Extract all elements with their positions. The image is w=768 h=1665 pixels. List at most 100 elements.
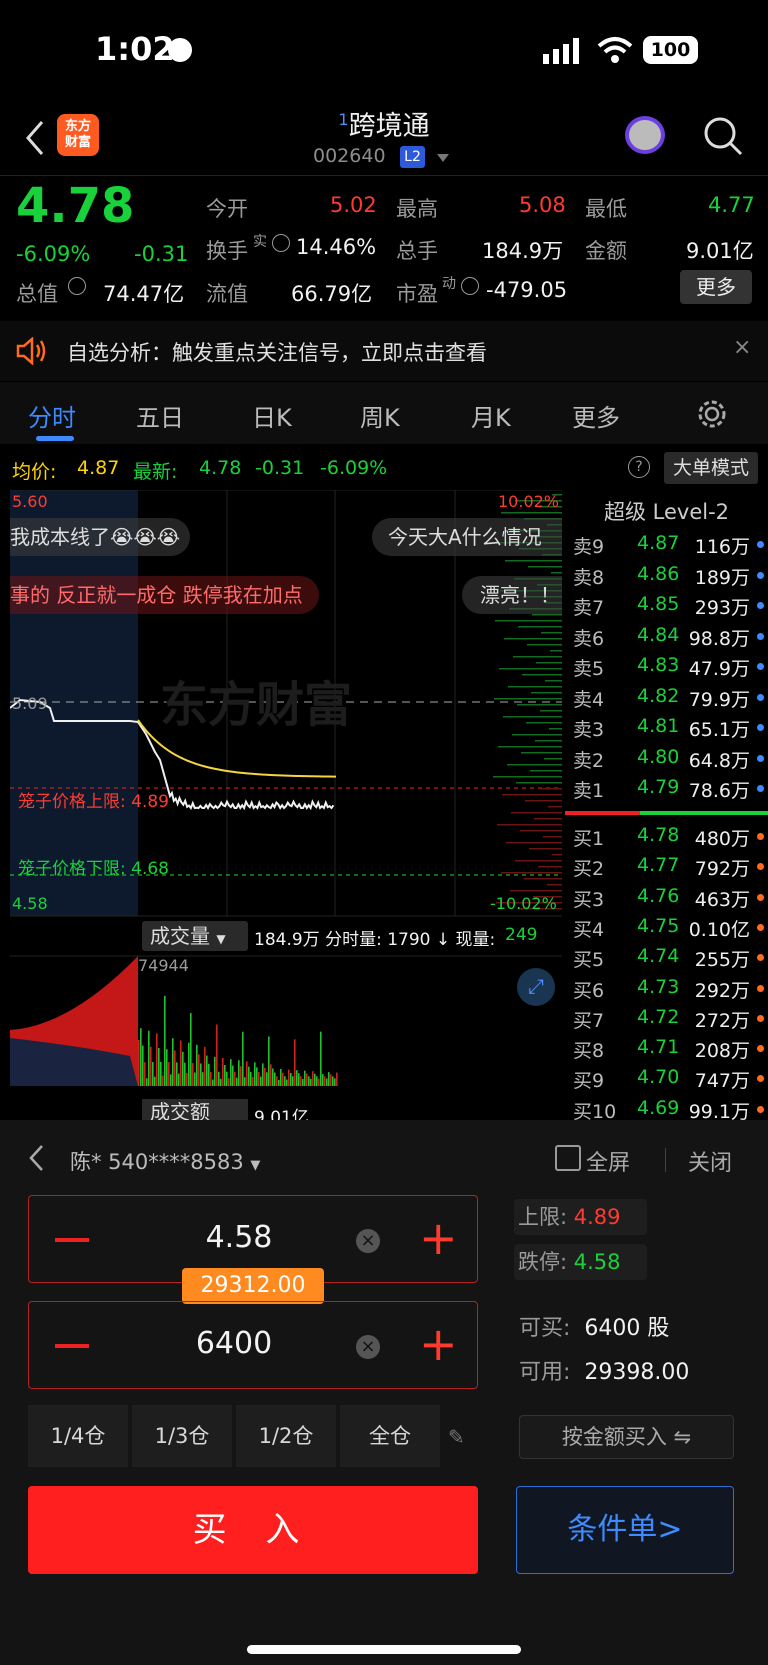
pe-sup: 动 xyxy=(442,276,456,292)
position-third-button[interactable]: 1/3仓 xyxy=(132,1405,232,1467)
level-price: 4.74 xyxy=(637,945,680,968)
bid-row[interactable]: 买3 4.76 463万 xyxy=(565,883,768,913)
order-dot-icon xyxy=(757,893,764,901)
search-icon[interactable] xyxy=(703,116,743,156)
level-price: 4.75 xyxy=(637,914,680,937)
close-button[interactable]: 关闭 xyxy=(688,1145,732,1177)
level-volume: 293万 xyxy=(694,597,750,619)
ask-row[interactable]: 卖6 4.84 98.8万 xyxy=(565,622,768,652)
fullscreen-icon[interactable] xyxy=(555,1145,581,1171)
position-quarter-button[interactable]: 1/4仓 xyxy=(28,1405,128,1467)
conditional-order-button[interactable]: 条件单> xyxy=(516,1486,734,1574)
level-price: 4.82 xyxy=(637,684,680,707)
buy-by-amount-button[interactable]: 按金额买入 ⇋ xyxy=(519,1415,734,1459)
level-volume: 78.6万 xyxy=(688,780,750,802)
ask-row[interactable]: 卖3 4.81 65.1万 xyxy=(565,713,768,743)
edit-icon[interactable]: ✎ xyxy=(448,1425,465,1449)
back-icon[interactable] xyxy=(28,1144,44,1172)
amount-select[interactable]: 成交额 xyxy=(142,1099,248,1121)
level-label: 卖7 xyxy=(573,597,605,619)
volume-select[interactable]: 成交量 ▼ xyxy=(142,921,248,951)
bid-row[interactable]: 买5 4.74 255万 xyxy=(565,943,768,973)
watermark: 东方财富 xyxy=(160,677,353,733)
intraday-chart[interactable]: 东方财富 5.60 10.02% 5.09 笼子价格上限: 4.89 笼子价格下… xyxy=(10,490,562,1128)
expand-icon[interactable]: ⤢ xyxy=(517,968,555,1006)
level-label: 买7 xyxy=(573,1009,605,1032)
bid-row[interactable]: 买1 4.78 480万 xyxy=(565,822,768,852)
battery-icon: 100 xyxy=(643,36,698,64)
order-dot-icon xyxy=(757,693,764,701)
status-time: 1:02 xyxy=(95,30,175,68)
stock-header: 东方 财富 1跨境通 002640 L2 xyxy=(0,100,768,174)
tab-monthly-k[interactable]: 月K xyxy=(471,398,511,433)
more-button[interactable]: 更多 xyxy=(680,270,752,304)
level-volume: 208万 xyxy=(694,1040,750,1063)
danmu-bubble[interactable]: 我成本线了😭😭😭 xyxy=(10,518,191,556)
level-price: 4.79 xyxy=(637,776,680,798)
ask-row[interactable]: 卖2 4.80 64.8万 xyxy=(565,744,768,774)
ask-row[interactable]: 卖5 4.83 47.9万 xyxy=(565,652,768,682)
chevron-down-icon[interactable] xyxy=(437,154,449,162)
bid-row[interactable]: 买8 4.71 208万 xyxy=(565,1034,768,1064)
ask-row[interactable]: 卖7 4.85 293万 xyxy=(565,591,768,621)
bid-row[interactable]: 买2 4.77 792万 xyxy=(565,852,768,882)
clear-icon[interactable]: × xyxy=(356,1335,380,1359)
position-half-button[interactable]: 1/2仓 xyxy=(236,1405,336,1467)
latest-value: 4.78 xyxy=(199,457,242,479)
mcap-label: 总值 xyxy=(16,282,58,306)
position-full-button[interactable]: 全仓 xyxy=(340,1405,440,1467)
level-price: 4.86 xyxy=(637,562,680,585)
latest-label: 最新: xyxy=(133,461,178,483)
ask-row[interactable]: 卖8 4.86 189万 xyxy=(565,561,768,591)
tab-five-day[interactable]: 五日 xyxy=(136,398,184,433)
buy-button[interactable]: 买 入 xyxy=(28,1486,478,1574)
danmu-bubble[interactable]: 事的 反正就一成仓 跌停我在加点 xyxy=(10,576,319,614)
tab-more[interactable]: 更多 xyxy=(572,398,620,433)
tab-weekly-k[interactable]: 周K xyxy=(360,398,400,433)
can-buy-row: 可买: 6400 股 xyxy=(519,1316,670,1341)
price-input[interactable]: 4.58 xyxy=(29,1220,449,1255)
big-order-mode-button[interactable]: 大单模式 xyxy=(664,452,758,484)
turnover-value: 14.46% xyxy=(296,235,377,259)
danmu-bubble[interactable]: 今天大A什么情况 xyxy=(372,518,562,556)
gear-icon[interactable] xyxy=(697,399,727,429)
account-select[interactable]: 陈* 540****8583 ▼ xyxy=(70,1146,260,1176)
plus-button[interactable]: + xyxy=(419,1314,458,1374)
tab-underline xyxy=(36,436,74,441)
order-dot-icon xyxy=(757,954,764,962)
order-dot-icon xyxy=(757,1075,764,1083)
change-amount: -0.31 xyxy=(134,242,189,266)
fullscreen-button[interactable]: 全屏 xyxy=(586,1145,630,1177)
order-dot-icon xyxy=(757,754,764,762)
bid-row[interactable]: 买7 4.72 272万 xyxy=(565,1004,768,1034)
robot-assistant-icon[interactable] xyxy=(625,116,665,154)
level-volume: 463万 xyxy=(694,888,750,911)
last-price: 4.78 xyxy=(16,178,135,234)
level-label: 卖1 xyxy=(573,780,605,802)
turnover-label: 换手 xyxy=(206,239,248,263)
info-icon[interactable] xyxy=(68,277,86,295)
clear-icon[interactable]: × xyxy=(356,1229,380,1253)
help-icon[interactable]: ? xyxy=(628,456,650,478)
bid-row[interactable]: 买6 4.73 292万 xyxy=(565,974,768,1004)
latest-pct: -6.09% xyxy=(320,457,388,479)
info-icon[interactable] xyxy=(272,234,290,252)
tab-intraday[interactable]: 分时 xyxy=(28,398,76,433)
notice-banner[interactable]: 自选分析：触发重点关注信号，立即点击查看 × xyxy=(0,321,768,381)
tab-daily-k[interactable]: 日K xyxy=(252,398,292,433)
close-icon[interactable]: × xyxy=(733,335,751,360)
ask-row[interactable]: 卖1 4.79 78.6万 xyxy=(565,774,768,804)
ask-row[interactable]: 卖9 4.87 116万 xyxy=(565,530,768,560)
ask-row[interactable]: 卖4 4.82 79.9万 xyxy=(565,683,768,713)
notice-text: 自选分析：触发重点关注信号，立即点击查看 xyxy=(67,341,487,365)
smiley-icon xyxy=(168,38,192,62)
bid-row[interactable]: 买4 4.75 0.10亿 xyxy=(565,913,768,943)
info-icon[interactable] xyxy=(461,277,479,295)
danmu-bubble[interactable]: 漂亮！！ xyxy=(462,576,562,614)
open-value: 5.02 xyxy=(330,193,377,217)
latest-change: -0.31 xyxy=(255,457,305,479)
plus-button[interactable]: + xyxy=(419,1208,458,1268)
level-label: 买8 xyxy=(573,1040,605,1063)
level-price: 4.85 xyxy=(637,593,680,615)
bid-row[interactable]: 买9 4.70 747万 xyxy=(565,1064,768,1094)
